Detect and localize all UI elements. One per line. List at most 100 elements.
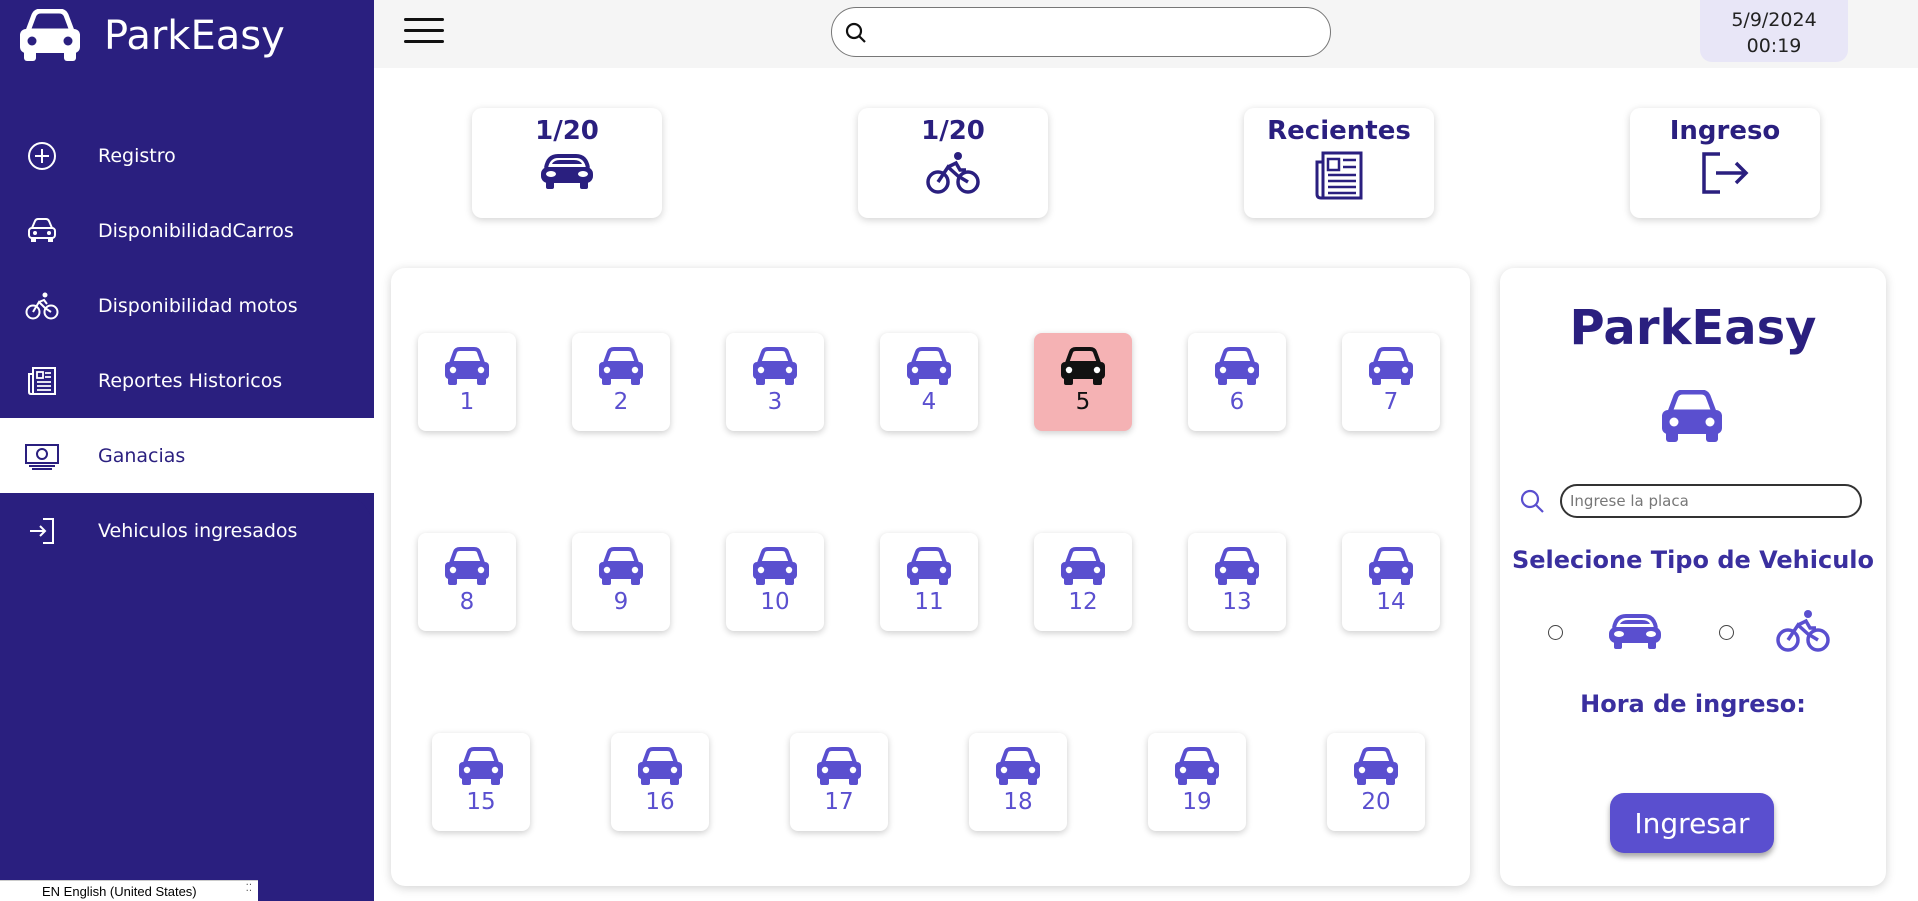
hamburger-menu-button[interactable]	[404, 18, 444, 46]
resize-grip-icon: ⁚⁚	[245, 883, 252, 894]
recent-title: Recientes	[1267, 116, 1411, 146]
car-icon	[1188, 347, 1286, 387]
parking-slot[interactable]: 19	[1148, 733, 1246, 831]
search-box[interactable]	[831, 7, 1331, 57]
cars-available-card[interactable]: 1/20	[472, 108, 662, 218]
slot-number: 16	[645, 789, 675, 815]
car-icon	[1148, 747, 1246, 787]
slot-number: 13	[1222, 589, 1252, 615]
parking-slot[interactable]: 8	[418, 533, 516, 631]
parking-slot[interactable]: 15	[432, 733, 530, 831]
slot-number: 19	[1182, 789, 1212, 815]
ingreso-card[interactable]: Ingreso	[1630, 108, 1820, 218]
slot-number: 10	[760, 589, 790, 615]
car-icon	[1327, 747, 1425, 787]
parking-slot[interactable]: 11	[880, 533, 978, 631]
slot-number: 7	[1383, 389, 1399, 415]
car-icon	[1188, 547, 1286, 587]
language-indicator[interactable]: EN English (United States) ⁚⁚	[0, 880, 258, 901]
car-icon	[1342, 347, 1440, 387]
slot-number: 18	[1003, 789, 1033, 815]
entry-form-panel: ParkEasy Selecione Tipo de Vehiculo Hora…	[1500, 268, 1886, 886]
money-icon	[24, 438, 60, 474]
exit-icon	[1630, 150, 1820, 196]
car-icon	[969, 747, 1067, 787]
car-icon	[24, 213, 60, 249]
plate-input[interactable]	[1560, 484, 1862, 518]
bike-type-radio[interactable]	[1719, 625, 1734, 640]
sidebar: ParkEasy Registro DisponibilidadCarros D…	[0, 0, 374, 901]
car-front-icon	[1606, 610, 1664, 656]
sign-in-icon	[24, 513, 60, 549]
parking-slot[interactable]: 12	[1034, 533, 1132, 631]
recent-card[interactable]: Recientes	[1244, 108, 1434, 218]
car-icon	[1034, 547, 1132, 587]
parking-slot[interactable]: 1	[418, 333, 516, 431]
bicycle-icon	[1776, 608, 1830, 658]
car-icon	[726, 347, 824, 387]
sidebar-item-disponibilidad-motos[interactable]: Disponibilidad motos	[0, 268, 374, 343]
parking-slot[interactable]: 18	[969, 733, 1067, 831]
slot-number: 12	[1068, 589, 1098, 615]
search-input[interactable]	[876, 18, 1316, 48]
parking-slot[interactable]: 14	[1342, 533, 1440, 631]
parking-slot[interactable]: 3	[726, 333, 824, 431]
bikes-count: 1/20	[921, 116, 985, 146]
slot-number: 15	[466, 789, 496, 815]
date-label: 5/9/2024	[1731, 9, 1817, 31]
search-icon	[1520, 489, 1546, 519]
car-icon	[1660, 389, 1724, 448]
sidebar-item-label: Vehiculos ingresados	[98, 519, 298, 542]
parking-slot[interactable]: 10	[726, 533, 824, 631]
bicycle-icon	[858, 150, 1048, 196]
parking-slot[interactable]: 13	[1188, 533, 1286, 631]
parking-slot[interactable]: 6	[1188, 333, 1286, 431]
parking-slot[interactable]: 20	[1327, 733, 1425, 831]
car-logo-icon	[18, 9, 82, 63]
slot-number: 6	[1229, 389, 1245, 415]
report-icon	[24, 363, 60, 399]
newspaper-icon	[1244, 150, 1434, 202]
sidebar-item-label: DisponibilidadCarros	[98, 219, 294, 242]
sidebar-item-reportes-historicos[interactable]: Reportes Historicos	[0, 343, 374, 418]
bikes-available-card[interactable]: 1/20	[858, 108, 1048, 218]
car-icon	[880, 347, 978, 387]
sidebar-item-label: Disponibilidad motos	[98, 294, 298, 317]
sidebar-item-ganancias[interactable]: Ganacias	[12, 418, 374, 493]
parking-slot[interactable]: 5	[1034, 333, 1132, 431]
parking-slot[interactable]: 7	[1342, 333, 1440, 431]
sidebar-item-label: Registro	[98, 144, 176, 167]
bicycle-icon	[24, 288, 60, 324]
car-icon	[418, 347, 516, 387]
parking-slot[interactable]: 2	[572, 333, 670, 431]
slot-number: 8	[459, 589, 475, 615]
submit-entry-button[interactable]: Ingresar	[1610, 793, 1774, 853]
car-icon	[418, 547, 516, 587]
parking-slot[interactable]: 16	[611, 733, 709, 831]
topbar: 5/9/2024 00:19	[374, 0, 1918, 68]
search-icon	[844, 21, 868, 45]
car-icon	[572, 347, 670, 387]
ingreso-title: Ingreso	[1669, 116, 1781, 146]
sidebar-item-disponibilidad-carros[interactable]: DisponibilidadCarros	[0, 193, 374, 268]
car-icon	[1034, 347, 1132, 387]
sidebar-item-label: Ganacias	[98, 444, 186, 467]
slot-number: 3	[767, 389, 783, 415]
sidebar-item-registro[interactable]: Registro	[0, 118, 374, 193]
sidebar-nav: Registro DisponibilidadCarros Disponibil…	[0, 118, 374, 568]
car-type-radio[interactable]	[1548, 625, 1563, 640]
parking-slot[interactable]: 17	[790, 733, 888, 831]
plus-circle-icon	[24, 138, 60, 174]
car-icon	[1342, 547, 1440, 587]
parking-slot[interactable]: 9	[572, 533, 670, 631]
slot-number: 2	[613, 389, 629, 415]
sidebar-item-vehiculos-ingresados[interactable]: Vehiculos ingresados	[0, 493, 374, 568]
parking-slot[interactable]: 4	[880, 333, 978, 431]
car-icon	[572, 547, 670, 587]
car-icon	[432, 747, 530, 787]
slot-number: 9	[613, 589, 629, 615]
car-icon	[611, 747, 709, 787]
app-name: ParkEasy	[104, 13, 285, 59]
sidebar-item-label: Reportes Historicos	[98, 369, 283, 392]
slot-number: 1	[459, 389, 475, 415]
